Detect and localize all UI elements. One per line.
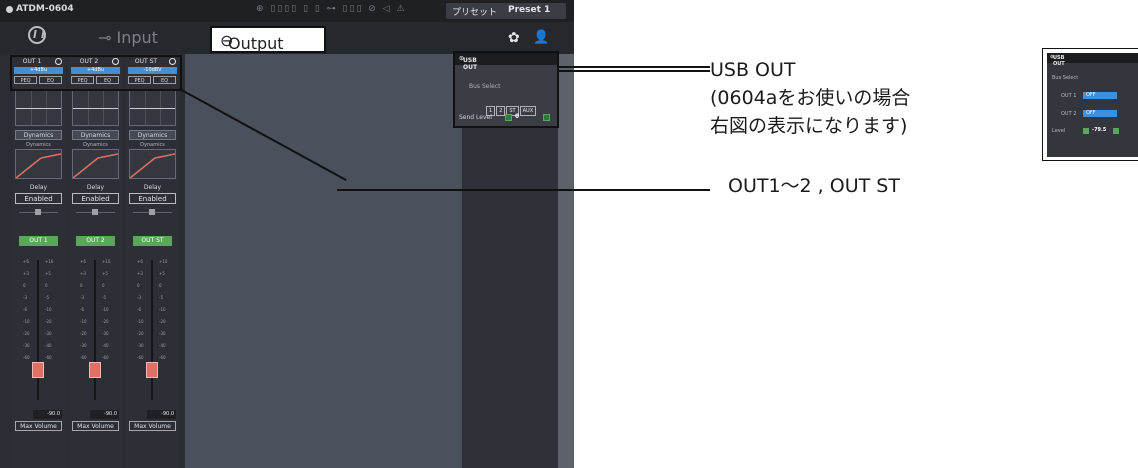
fader-scale-left: +6 +3 0 -3 -6 -10 -20 -30 -60 bbox=[80, 259, 87, 360]
tab-output-label: Output bbox=[228, 34, 284, 53]
preset-label: プリセット bbox=[452, 8, 498, 18]
status-icons: ⊕ ▯▯▯▯ ▯ ▯ ⊶ ▯▯▯ ⊘ ◁ ⚠ bbox=[256, 4, 407, 14]
mini-bus-select-label: Bus Select bbox=[1052, 75, 1079, 81]
mini-out2-label: OUT 2 bbox=[1061, 111, 1077, 117]
dynamics-button[interactable]: Dynamics bbox=[15, 130, 62, 140]
delay-enabled-button[interactable]: Enabled bbox=[129, 193, 176, 204]
send-level-up-button[interactable] bbox=[543, 114, 550, 121]
annotation-usb-out: USB OUT (0604aをお使いの場合 右図の表示になります) bbox=[710, 59, 911, 137]
volume-fader[interactable]: +6 +3 0 -3 -6 -10 -20 -30 -60 +10 +5 0 -5 -10 -20 -30-… bbox=[129, 252, 176, 400]
delay-enabled-button[interactable]: Enabled bbox=[15, 193, 62, 204]
fader-knob[interactable] bbox=[32, 362, 44, 378]
fader-scale-right: +10 +5 0 -5 -10 -20 -30 -40 -60 bbox=[159, 259, 168, 360]
dynamics-button[interactable]: Dynamics bbox=[129, 130, 176, 140]
strip-header-highlight bbox=[10, 55, 182, 91]
fader-track[interactable] bbox=[37, 260, 39, 400]
dynamics-graph[interactable] bbox=[129, 149, 176, 179]
bus-buttons: 1 2 ST AUX bbox=[486, 97, 537, 116]
scrollbar[interactable] bbox=[558, 54, 574, 468]
callout-usb-line bbox=[558, 66, 710, 68]
fader-knob[interactable] bbox=[146, 362, 158, 378]
tab-input-label: Input bbox=[116, 28, 158, 47]
send-level-down-button[interactable] bbox=[505, 114, 512, 121]
usb-out-panel: ⊙ USB OUT Bus Select 1 2 ST AUX Send Level … bbox=[453, 51, 559, 128]
usb-out-title: USB OUT bbox=[463, 57, 478, 71]
volume-fader[interactable]: +6 +3 0 -3 -6 -10 -20 -30 -60 +10 +5 0 -5 -10 -20 -30-… bbox=[15, 252, 62, 400]
dynamics-graph[interactable] bbox=[15, 149, 62, 179]
usb-out-header: ⊙ USB OUT bbox=[455, 53, 557, 71]
delay-label: Delay bbox=[143, 184, 162, 191]
volume-fader[interactable]: +6 +3 0 -3 -6 -10 -20 -30 -60 +10 +5 0 -5 -10 -20 -30-… bbox=[72, 252, 119, 400]
max-volume-button[interactable]: Max Volume bbox=[72, 421, 119, 431]
mini-level-label: Level bbox=[1052, 128, 1066, 134]
delay-slider[interactable] bbox=[129, 208, 176, 220]
mini-level-up-button[interactable] bbox=[1113, 128, 1119, 134]
delay-label: Delay bbox=[29, 184, 48, 191]
eq-graph[interactable] bbox=[129, 90, 176, 126]
tab-output[interactable]: ⊖ Output bbox=[210, 26, 326, 53]
fader-scale-left: +6 +3 0 -3 -6 -10 -20 -30 -60 bbox=[137, 259, 144, 360]
mini-level-value[interactable]: -79.5 bbox=[1092, 127, 1106, 133]
title-bar: ATDM-0604 ⊕ ▯▯▯▯ ▯ ▯ ⊶ ▯▯▯ ⊘ ◁ ⚠ プリセット P… bbox=[0, 0, 574, 22]
send-level-value[interactable]: 0 bbox=[515, 113, 519, 120]
device-name: ATDM-0604 bbox=[16, 4, 74, 14]
bus-button-aux[interactable]: AUX bbox=[519, 106, 537, 116]
bus-select-label: Bus Select bbox=[469, 83, 501, 90]
delay-enabled-button[interactable]: Enabled bbox=[72, 193, 119, 204]
mini-level-down-button[interactable] bbox=[1083, 128, 1089, 134]
preset-value[interactable]: Preset 1 bbox=[508, 5, 550, 15]
volume-readout[interactable]: -90.0 bbox=[33, 410, 62, 419]
volume-readout[interactable]: -90.0 bbox=[147, 410, 176, 419]
delay-label: Delay bbox=[86, 184, 105, 191]
mini-out1-select[interactable]: OFF bbox=[1083, 92, 1117, 99]
eq-graph[interactable] bbox=[15, 90, 62, 126]
tab-input[interactable]: ⊸ Input bbox=[98, 28, 158, 47]
fader-scale-right: +10 +5 0 -5 -10 -20 -30 -40 -60 bbox=[45, 259, 54, 360]
gear-icon[interactable]: ✿ bbox=[508, 30, 520, 46]
fader-knob[interactable] bbox=[89, 362, 101, 378]
app-window: ATDM-0604 ⊕ ▯▯▯▯ ▯ ▯ ⊶ ▯▯▯ ⊘ ◁ ⚠ プリセット P… bbox=[0, 0, 574, 468]
output-badge[interactable]: OUT ST bbox=[133, 236, 172, 246]
mini-out2-select[interactable]: OFF bbox=[1083, 110, 1117, 117]
dynamics-button[interactable]: Dynamics bbox=[72, 130, 119, 140]
usb-out-panel-0604a: ⊙ USB OUT Bus Select OUT 1 OFF OUT 2 OFF… bbox=[1042, 48, 1138, 161]
dynamics-label: Dynamics bbox=[26, 142, 51, 148]
fader-track[interactable] bbox=[94, 260, 96, 400]
bus-button-2[interactable]: 2 bbox=[496, 106, 506, 116]
fader-scale-right: +10 +5 0 -5 -10 -20 -30 -40 -60 bbox=[102, 259, 111, 360]
max-volume-button[interactable]: Max Volume bbox=[15, 421, 62, 431]
dynamics-graph[interactable] bbox=[72, 149, 119, 179]
callout-usb-line bbox=[558, 70, 710, 72]
output-badge[interactable]: OUT 1 bbox=[19, 236, 58, 246]
user-icon[interactable]: 👤 bbox=[533, 30, 549, 45]
delay-slider[interactable] bbox=[15, 208, 62, 220]
volume-readout[interactable]: -90.0 bbox=[90, 410, 119, 419]
output-badge[interactable]: OUT 2 bbox=[76, 236, 115, 246]
max-volume-button[interactable]: Max Volume bbox=[129, 421, 176, 431]
status-dot-icon bbox=[6, 6, 13, 13]
callout-out-line bbox=[337, 189, 710, 191]
eq-graph[interactable] bbox=[72, 90, 119, 126]
mini-panel-body: ⊙ USB OUT Bus Select OUT 1 OFF OUT 2 OFF… bbox=[1047, 53, 1138, 157]
annotation-out-channels: OUT1～2 , OUT ST bbox=[728, 175, 900, 197]
delay-slider[interactable] bbox=[72, 208, 119, 220]
fader-scale-left: +6 +3 0 -3 -6 -10 -20 -30 -60 bbox=[23, 259, 30, 360]
mini-out1-label: OUT 1 bbox=[1061, 93, 1077, 99]
fader-track[interactable] bbox=[151, 260, 153, 400]
mini-header: ⊙ USB OUT bbox=[1047, 53, 1138, 67]
send-level-label: Send Level bbox=[459, 114, 492, 121]
dynamics-label: Dynamics bbox=[83, 142, 108, 148]
logo-icon bbox=[28, 26, 46, 44]
dynamics-label: Dynamics bbox=[140, 142, 165, 148]
